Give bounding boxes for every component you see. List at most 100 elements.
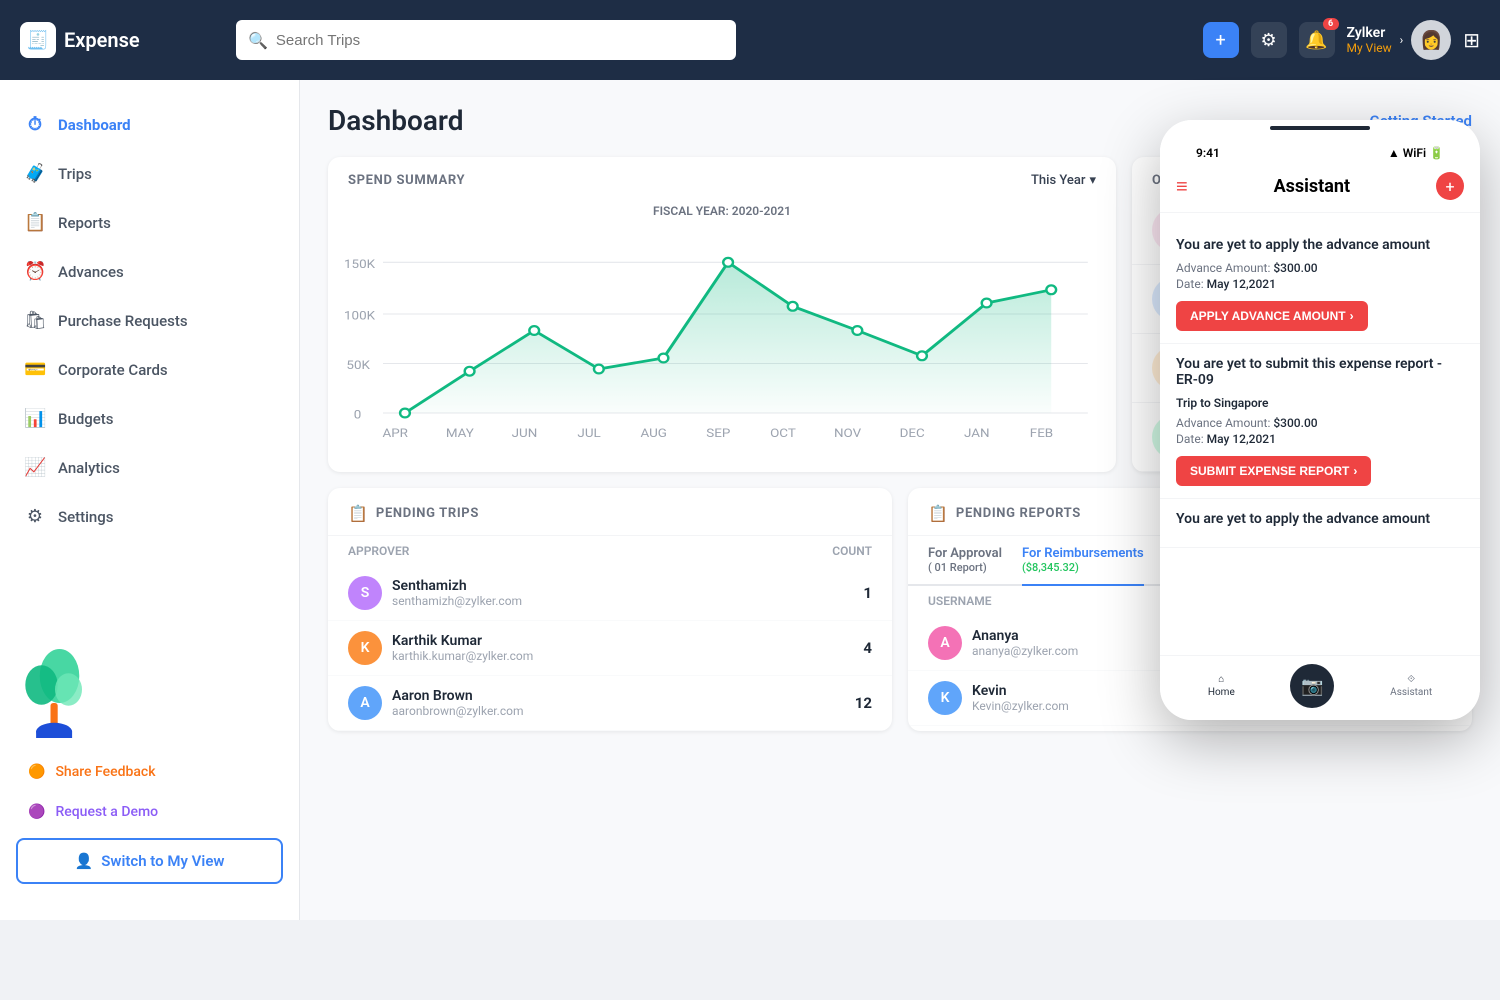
phone-notch-area: 9:41 ▲ WiFi 🔋: [1160, 120, 1480, 164]
top-navigation: 🧾 Expense 🔍 + ⚙ 🔔 6 Zylker My View › 👩 ⊞: [0, 0, 1500, 80]
search-bar[interactable]: 🔍: [236, 20, 736, 60]
advance-date-label: Date: May 12,2021: [1176, 277, 1464, 291]
pending-trips-icon: 📋: [348, 504, 368, 523]
trip-count: 4: [863, 639, 872, 657]
tab-for-approval[interactable]: For Approval ( 01 Report): [928, 536, 1002, 586]
app-name: Expense: [64, 28, 140, 52]
spend-summary-title: SPEND SUMMARY: [348, 173, 465, 188]
spend-summary-card: SPEND SUMMARY This Year ▾ FISCAL YEAR: 2…: [328, 157, 1116, 472]
assistant-body: You are yet to apply the advance amount …: [1160, 213, 1480, 673]
svg-text:FEB: FEB: [1030, 427, 1053, 441]
pending-trips-header: 📋 PENDING TRIPS: [328, 488, 892, 536]
trip-name: Trip to Singapore: [1176, 396, 1464, 410]
approver-name: Karthik Kumar: [392, 633, 853, 649]
page-title: Dashboard: [328, 104, 464, 137]
plant-decoration: [0, 638, 299, 738]
svg-text:JAN: JAN: [964, 427, 990, 441]
svg-text:NOV: NOV: [834, 427, 861, 441]
sidebar-item-trips[interactable]: 🧳 Trips: [0, 149, 299, 198]
svg-text:MAY: MAY: [446, 427, 474, 441]
phone-bottom-nav: ⌂ Home 📷 ⟐ Assistant: [1160, 655, 1480, 720]
svg-text:OCT: OCT: [770, 427, 796, 441]
user-area[interactable]: Zylker My View › 👩: [1347, 20, 1452, 60]
nav-actions: + ⚙ 🔔 6 Zylker My View › 👩 ⊞: [1203, 20, 1480, 60]
settings-button[interactable]: ⚙: [1251, 22, 1287, 58]
switch-view-button[interactable]: 👤 Switch to My View: [16, 838, 283, 884]
advance-amount-label: Advance Amount: $300.00: [1176, 261, 1464, 275]
svg-text:JUL: JUL: [577, 427, 600, 441]
phone-camera-button[interactable]: 📷: [1290, 664, 1334, 708]
phone-nav-home[interactable]: ⌂ Home: [1208, 674, 1235, 698]
table-row: S Senthamizh senthamizh@zylker.com 1: [328, 566, 892, 621]
assistant-card-3: You are yet to apply the advance amount: [1160, 499, 1480, 548]
sidebar-item-purchase-requests[interactable]: 🛍 Purchase Requests: [0, 296, 299, 345]
pending-trips-card: 📋 PENDING TRIPS APPROVER COUNT S Sentham…: [328, 488, 892, 731]
svg-text:JUN: JUN: [512, 427, 538, 441]
user-view: My View: [1347, 41, 1392, 55]
purchase-icon: 🛍: [24, 310, 46, 331]
assistant-header: ≡ Assistant +: [1160, 164, 1480, 213]
svg-text:50K: 50K: [346, 359, 371, 373]
table-row: K Karthik Kumar karthik.kumar@zylker.com…: [328, 621, 892, 676]
chevron-down-icon: ▾: [1089, 173, 1096, 188]
phone-signal: ▲ WiFi 🔋: [1388, 146, 1444, 160]
approver-email: karthik.kumar@zylker.com: [392, 649, 853, 663]
user-name: Zylker: [1347, 25, 1392, 41]
spend-year-select[interactable]: This Year ▾: [1031, 173, 1096, 188]
assistant-card-headline-1: You are yet to apply the advance amount: [1176, 237, 1464, 253]
assistant-card-headline-3: You are yet to apply the advance amount: [1176, 511, 1464, 527]
sidebar-item-settings[interactable]: ⚙ Settings: [0, 492, 299, 541]
budgets-icon: 📊: [24, 408, 46, 429]
pending-trips-columns: APPROVER COUNT: [328, 536, 892, 566]
logo-area: 🧾 Expense: [20, 22, 220, 58]
sidebar: ⏱ Dashboard 🧳 Trips 📋 Reports ⏰ Advances…: [0, 80, 300, 920]
assistant-nav-icon: ⟐: [1407, 674, 1415, 685]
grid-icon[interactable]: ⊞: [1463, 28, 1480, 52]
sidebar-item-advances[interactable]: ⏰ Advances: [0, 247, 299, 296]
phone-time: 9:41: [1196, 146, 1220, 160]
spend-chart: 0 50K 100K 150K: [344, 226, 1100, 446]
approver-name: Aaron Brown: [392, 688, 845, 704]
assistant-card-2: You are yet to submit this expense repor…: [1160, 344, 1480, 499]
sidebar-item-corporate-cards[interactable]: 💳 Corporate Cards: [0, 345, 299, 394]
assistant-add-button[interactable]: +: [1436, 172, 1464, 200]
submit-expense-button[interactable]: SUBMIT EXPENSE REPORT ›: [1176, 456, 1371, 486]
phone-notch: [1270, 126, 1370, 130]
trip-count: 12: [855, 694, 872, 712]
tab-for-reimbursements[interactable]: For Reimbursements ($8,345.32): [1022, 536, 1144, 586]
avatar: S: [348, 576, 382, 610]
avatar: K: [928, 681, 962, 715]
assistant-card-1: You are yet to apply the advance amount …: [1160, 225, 1480, 344]
switch-icon: 👤: [75, 852, 94, 870]
apply-advance-button[interactable]: APPLY ADVANCE AMOUNT ›: [1176, 301, 1368, 331]
share-feedback-button[interactable]: 🟠 Share Feedback: [16, 754, 283, 790]
sidebar-item-dashboard[interactable]: ⏱ Dashboard: [0, 100, 299, 149]
svg-text:100K: 100K: [344, 309, 376, 323]
settings-icon: ⚙: [24, 506, 46, 527]
advance-amount-label-2: Advance Amount: $300.00: [1176, 416, 1464, 430]
cards-icon: 💳: [24, 359, 46, 380]
arrow-icon: ›: [1350, 309, 1354, 323]
chart-wrap: FISCAL YEAR: 2020-2021 0 50K 100K 150K: [328, 196, 1116, 466]
menu-icon[interactable]: ≡: [1176, 174, 1188, 199]
search-input[interactable]: [276, 32, 724, 49]
analytics-icon: 📈: [24, 457, 46, 478]
user-avatar: 👩: [1411, 20, 1451, 60]
notification-button[interactable]: 🔔 6: [1299, 22, 1335, 58]
home-icon: ⌂: [1218, 674, 1224, 685]
sidebar-item-label: Trips: [58, 165, 92, 183]
sidebar-item-budgets[interactable]: 📊 Budgets: [0, 394, 299, 443]
advance-date-label-2: Date: May 12,2021: [1176, 432, 1464, 446]
assistant-title: Assistant: [1188, 176, 1436, 197]
sidebar-item-label: Budgets: [58, 410, 114, 428]
sidebar-item-label: Reports: [58, 214, 111, 232]
sidebar-item-reports[interactable]: 📋 Reports: [0, 198, 299, 247]
phone-nav-assistant[interactable]: ⟐ Assistant: [1390, 674, 1432, 698]
sidebar-item-label: Purchase Requests: [58, 312, 188, 330]
pending-reports-icon: 📋: [928, 504, 948, 523]
plant-icon: [10, 640, 100, 738]
table-row: A Aaron Brown aaronbrown@zylker.com 12: [328, 676, 892, 731]
add-button[interactable]: +: [1203, 22, 1239, 58]
request-demo-button[interactable]: 🟣 Request a Demo: [16, 794, 283, 830]
sidebar-item-analytics[interactable]: 📈 Analytics: [0, 443, 299, 492]
